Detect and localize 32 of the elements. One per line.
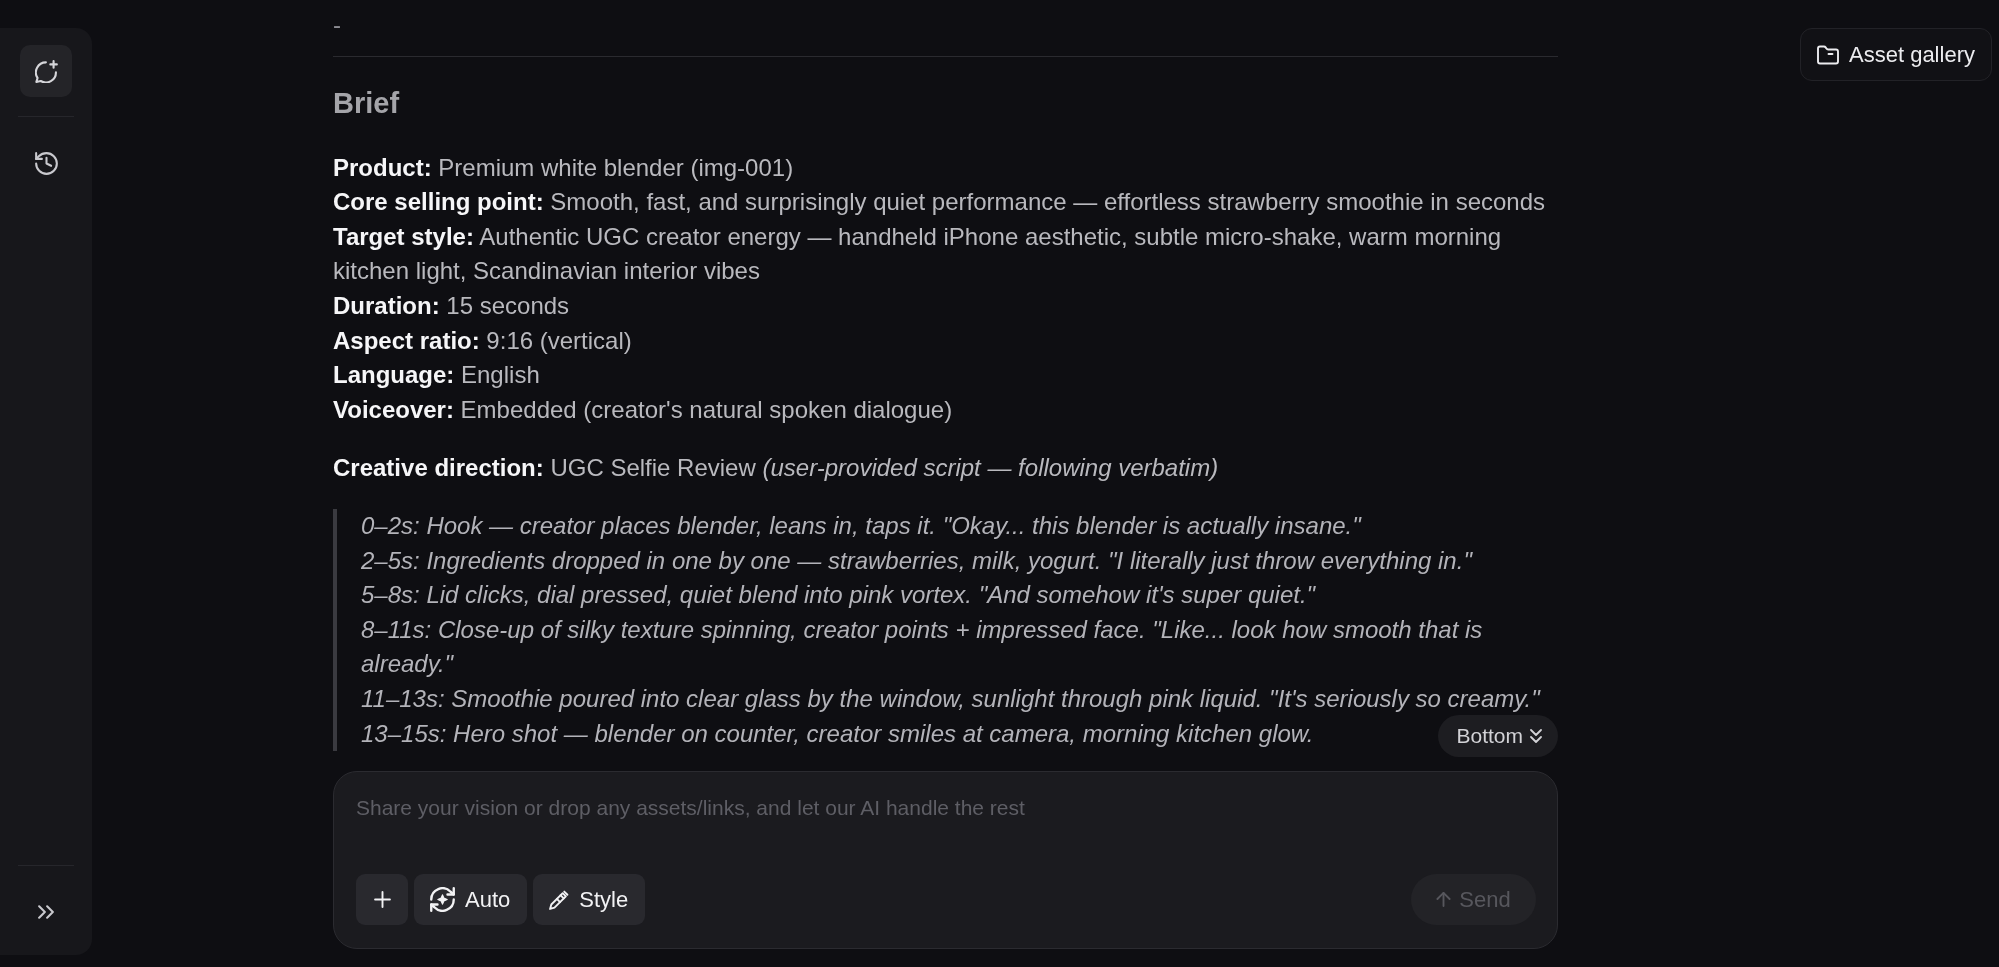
arrow-up-icon: [1436, 892, 1452, 908]
new-chat-button[interactable]: [20, 45, 72, 97]
history-icon: [34, 151, 58, 175]
brief-line: Aspect ratio: 9:16 (vertical): [333, 325, 633, 356]
brief-line: Language: English: [333, 360, 541, 391]
brief-line: Duration: 15 seconds: [333, 290, 571, 321]
dash-text: -: [333, 10, 342, 40]
pen-icon: [549, 889, 570, 910]
auto-button[interactable]: Auto: [414, 874, 528, 926]
style-button[interactable]: Style: [533, 874, 646, 926]
attach-button[interactable]: [356, 874, 408, 926]
brief-line: Voiceover: Embedded (creator's natural spoken dialogue): [333, 394, 954, 425]
script-line: 5–8s: Lid clicks, dial pressed, quiet blend into pink vortex. "And somehow it's super quiet.": [361, 580, 1316, 611]
cycle-sparkle-icon: [430, 887, 455, 913]
chat-plus-icon: [34, 59, 58, 83]
double-chevron-down-icon: [1530, 729, 1542, 743]
asset-gallery-button[interactable]: Asset gallery: [1800, 28, 1992, 81]
brief-line: Product: Premium white blender (img-001): [333, 152, 795, 183]
brief-line: Core selling point: Smooth, fast, and surprisingly quiet performance — effortless strawberry smoothie in seconds: [333, 187, 1546, 218]
script-line: 11–13s: Smoothie poured into clear glass by the window, sunlight through pink liquid. "It's seriously so creamy.": [361, 683, 1540, 714]
script-line: 2–5s: Ingredients dropped in one by one — strawberries, milk, yogurt. "I literally just throw everything in.": [361, 545, 1472, 576]
creative-direction-text: Creative direction: UGC Selfie Review (user-provided script — following verbatim): [333, 453, 1220, 484]
folder-icon: [1817, 44, 1839, 65]
brief-heading: Brief: [333, 85, 401, 121]
script-line: 0–2s: Hook — creator places blender, leans in, taps it. "Okay... this blender is actually insane.": [361, 510, 1361, 541]
brief-line: Target style: Authentic UGC creator energy — handheld iPhone aesthetic, subtle micro-shake, warm morning kitchen light, Scandinavian interior vibes: [333, 221, 1503, 287]
script-line: 13–15s: Hero shot — blender on counter, creator smiles at camera, morning kitchen glow.: [361, 718, 1314, 749]
plus-icon: [373, 891, 391, 909]
message-input[interactable]: Share your vision or drop any assets/links, and let our AI handle the rest: [356, 791, 1536, 875]
double-chevron-right-icon: [38, 905, 54, 919]
script-line: 8–11s: Close-up of silky texture spinning, creator points + impressed face. "Like... look how smooth that is already.": [361, 614, 1484, 680]
scroll-to-bottom-button[interactable]: Bottom: [1438, 715, 1558, 757]
